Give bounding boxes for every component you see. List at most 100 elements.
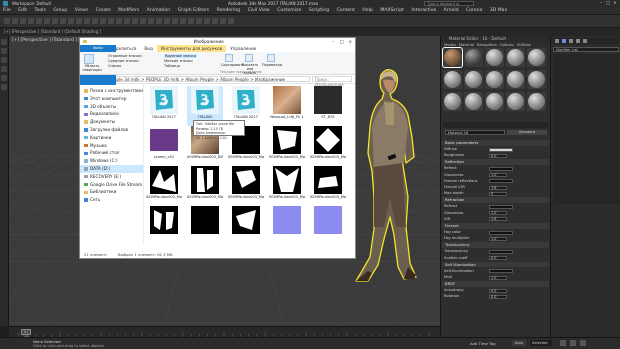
- material-name-field[interactable]: Material 16: [445, 130, 505, 135]
- viewport-layout-label[interactable]: [+] [Perspective ] [Standard ] [Default …: [4, 28, 101, 36]
- material-param-field[interactable]: 5: [489, 191, 507, 196]
- workspace-label[interactable]: Workspace: Default: [12, 0, 51, 7]
- undo-icon[interactable]: [4, 18, 10, 24]
- link-icon[interactable]: [20, 18, 26, 24]
- timeline[interactable]: 0 / 100: [9, 326, 440, 339]
- snaps-icon[interactable]: [124, 18, 130, 24]
- material-param-field[interactable]: 1.0: [489, 275, 507, 280]
- nav-item[interactable]: RECOVERY (E:): [80, 173, 143, 181]
- nav-item[interactable]: Этот компьютер: [80, 95, 143, 103]
- nav-item[interactable]: Документы: [80, 118, 143, 126]
- menu-interactive[interactable]: Interactive: [408, 7, 439, 15]
- minimize-button[interactable]: –: [600, 0, 602, 7]
- menu-create[interactable]: Create: [93, 7, 114, 15]
- material-param-field[interactable]: [489, 179, 513, 184]
- menu-views[interactable]: Views: [72, 7, 91, 15]
- percent-snap-icon[interactable]: [140, 18, 146, 24]
- material-sample-slot[interactable]: [506, 48, 525, 67]
- material-param-field[interactable]: [489, 205, 513, 209]
- file-item[interactable]: [187, 206, 223, 246]
- material-param-field[interactable]: 1.6: [489, 217, 507, 222]
- maximize-button[interactable]: □: [606, 0, 610, 7]
- material-section-header[interactable]: BRDF: [442, 281, 549, 287]
- mated-menu-options[interactable]: Options: [500, 42, 515, 47]
- menu-help[interactable]: Help: [359, 7, 375, 15]
- material-param-field[interactable]: 0.0: [489, 288, 507, 293]
- material-param-field[interactable]: 0.0: [489, 295, 507, 299]
- menu-content[interactable]: Content: [334, 7, 358, 15]
- view-medium-icons[interactable]: Средние значки: [108, 59, 139, 63]
- material-section-header[interactable]: Refraction: [442, 197, 549, 203]
- file-item[interactable]: 0009Paulian003_Mask_Jacket: [269, 126, 305, 166]
- render-setup-icon[interactable]: [212, 18, 218, 24]
- end-frame-icon[interactable]: [580, 340, 586, 346]
- file-item[interactable]: 0009Paulian003_Mask_Pants: [187, 166, 223, 206]
- material-section-header[interactable]: Basic parameters: [442, 140, 549, 146]
- material-sample-slot[interactable]: [527, 48, 546, 67]
- search-input[interactable]: Type a keyword or phrase: [424, 1, 474, 10]
- angle-snap-icon[interactable]: [132, 18, 138, 24]
- menu-civil-view[interactable]: Civil View: [245, 7, 273, 15]
- material-param-field[interactable]: 0.0: [489, 256, 507, 261]
- material-sample-slot[interactable]: [485, 70, 504, 89]
- material-section-header[interactable]: Translucency: [442, 242, 549, 248]
- material-param-field[interactable]: [489, 230, 513, 235]
- file-item[interactable]: [146, 206, 182, 246]
- explorer-minimize-button[interactable]: –: [332, 39, 334, 44]
- align-icon[interactable]: [172, 18, 178, 24]
- tool-icon-4[interactable]: [1, 66, 7, 72]
- sort-button[interactable]: Сортировать: [221, 63, 244, 67]
- material-param-field[interactable]: [489, 269, 513, 274]
- mated-menu-navigation[interactable]: Navigation: [477, 42, 497, 47]
- auto-key-button[interactable]: Auto: [512, 340, 526, 346]
- nav-item[interactable]: Google Drive File Stream (G:): [80, 181, 143, 189]
- menu-file[interactable]: File: [0, 7, 14, 15]
- select-by-name-icon[interactable]: [52, 18, 58, 24]
- pivot-icon[interactable]: [116, 18, 122, 24]
- material-sample-slot[interactable]: [443, 70, 462, 89]
- material-sample-slot[interactable]: [464, 70, 483, 89]
- curve-editor-icon[interactable]: [188, 18, 194, 24]
- nav-pane-button[interactable]: Область навигации: [81, 64, 103, 73]
- nav-item[interactable]: Музыка: [80, 142, 143, 150]
- mirror-icon[interactable]: [164, 18, 170, 24]
- material-sample-slot[interactable]: [442, 47, 463, 68]
- nav-item[interactable]: Сеть: [80, 196, 143, 204]
- material-param-field[interactable]: 1.0: [489, 173, 507, 178]
- material-param-field[interactable]: 0.0: [489, 153, 507, 158]
- next-frame-icon[interactable]: [570, 340, 576, 346]
- explorer-maximize-button[interactable]: □: [340, 39, 344, 44]
- rect-select-icon[interactable]: [60, 18, 66, 24]
- placement-icon[interactable]: [100, 18, 106, 24]
- nav-pane-icon[interactable]: [84, 54, 94, 64]
- hierarchy-tab-icon[interactable]: [569, 39, 573, 43]
- add-time-tag-button[interactable]: Add Time Tag: [470, 341, 495, 346]
- select-icon[interactable]: [44, 18, 50, 24]
- file-item[interactable]: screen_c01: [146, 126, 182, 166]
- view-large-icons[interactable]: Крупные значки: [164, 54, 197, 58]
- nav-item[interactable]: Загрузки файлов: [80, 126, 143, 134]
- file-item[interactable]: [310, 206, 346, 246]
- material-param-field[interactable]: 1.6: [489, 185, 507, 190]
- menu-corona[interactable]: Corona: [463, 7, 485, 15]
- material-sample-slot[interactable]: [485, 92, 504, 111]
- menu-group[interactable]: Group: [50, 7, 70, 15]
- menu-customize[interactable]: Customize: [274, 7, 304, 15]
- menu-3dmax[interactable]: 3D Max: [487, 7, 510, 15]
- file-item[interactable]: [269, 206, 305, 246]
- view-huge-icons[interactable]: Огромные значки: [108, 54, 142, 58]
- file-explorer-window[interactable]: Изображение – □ × Файл Главная Поделитьс…: [79, 37, 356, 259]
- nav-item[interactable]: Пески с инструментами в Видео джесте: [80, 87, 143, 95]
- render-icon[interactable]: [228, 18, 234, 24]
- layers-icon[interactable]: [180, 18, 186, 24]
- params-icon[interactable]: [267, 54, 275, 62]
- params-button[interactable]: Параметры: [262, 63, 282, 67]
- ref-coord-icon[interactable]: [108, 18, 114, 24]
- nav-item[interactable]: Рабочий стол: [80, 149, 143, 157]
- view-table[interactable]: Таблица: [164, 64, 180, 68]
- material-section-header[interactable]: Self Illumination: [442, 261, 549, 268]
- nav-item[interactable]: Windows (C:): [80, 157, 143, 165]
- file-item[interactable]: 0009Paulian003_Mask_Leather: [310, 126, 346, 166]
- modifier-stack[interactable]: [553, 54, 619, 204]
- display-tab-icon[interactable]: [583, 39, 587, 43]
